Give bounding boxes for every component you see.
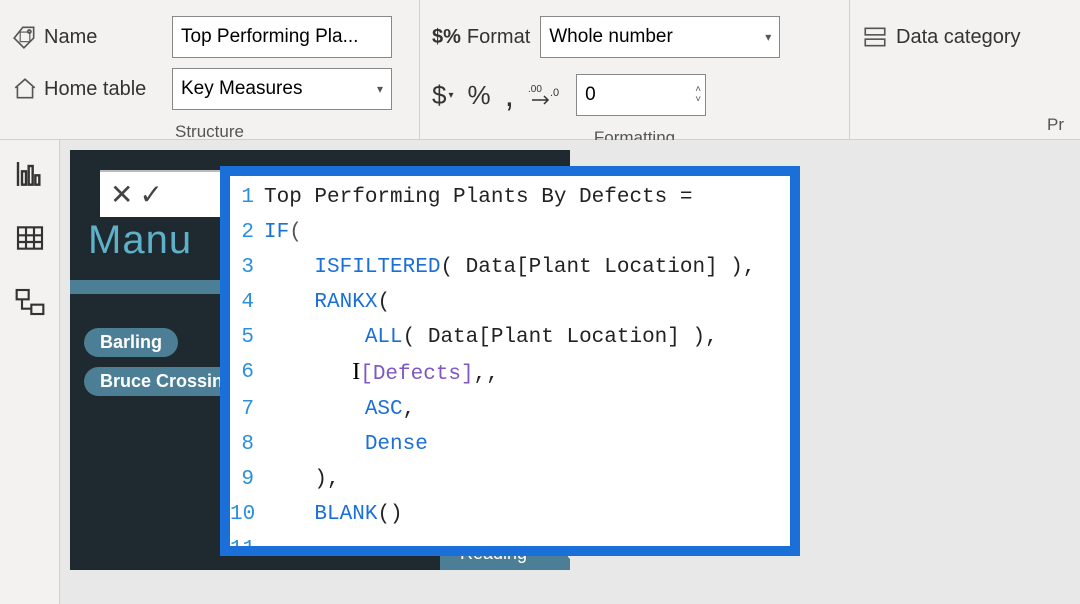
- home-table-label-text: Home table: [44, 78, 146, 101]
- commit-button[interactable]: ✓: [139, 178, 162, 211]
- line-number: 3: [230, 250, 264, 285]
- name-input[interactable]: Top Performing Pla...: [172, 16, 392, 58]
- percent-button[interactable]: %: [468, 80, 491, 111]
- line-number: 4: [230, 285, 264, 320]
- decimal-icon: .00 .0: [528, 82, 562, 108]
- line-number: 7: [230, 392, 264, 427]
- model-icon: [14, 286, 46, 318]
- svg-text:.0: .0: [550, 87, 559, 99]
- format-select[interactable]: Whole number ▾: [540, 16, 780, 58]
- name-input-value: Top Performing Pla...: [181, 26, 358, 48]
- code-line[interactable]: 6 I[Defects],,: [230, 355, 790, 392]
- nav-rail: [0, 140, 60, 604]
- tag-icon: [12, 24, 38, 50]
- chevron-down-icon: ▾: [765, 30, 771, 44]
- line-number: 5: [230, 320, 264, 355]
- spinner-controls[interactable]: ˄˅: [695, 85, 701, 105]
- code-content[interactable]: Top Performing Plants By Defects =: [264, 180, 705, 215]
- code-line[interactable]: 9 ),: [230, 462, 790, 497]
- data-category-icon: [862, 24, 888, 50]
- code-content[interactable]: IF(: [264, 215, 302, 250]
- home-table-value: Key Measures: [181, 78, 302, 100]
- filter-button[interactable]: Barling: [84, 328, 178, 357]
- ribbon-group-properties: Data category Pr: [850, 0, 1080, 139]
- data-category-label: Data category: [896, 26, 1021, 49]
- data-view-button[interactable]: [14, 222, 46, 254]
- chart-icon: [14, 158, 46, 190]
- cancel-button[interactable]: ✕: [110, 178, 133, 211]
- code-content[interactable]: Dense: [264, 427, 428, 462]
- name-label: Name: [12, 24, 172, 50]
- report-view-button[interactable]: [14, 158, 46, 190]
- home-table-select[interactable]: Key Measures ▾: [172, 68, 392, 110]
- decimals-value: 0: [585, 84, 596, 106]
- chevron-down-icon: ▾: [448, 90, 453, 101]
- model-view-button[interactable]: [14, 286, 46, 318]
- group-label-properties: Pr: [862, 115, 1068, 135]
- format-label-text: Format: [467, 26, 530, 49]
- group-label-structure: Structure: [12, 122, 407, 142]
- format-value: Whole number: [549, 26, 673, 48]
- decimals-spinner[interactable]: 0 ˄˅: [576, 74, 706, 116]
- code-line[interactable]: 1Top Performing Plants By Defects =: [230, 180, 790, 215]
- code-line[interactable]: 8 Dense: [230, 427, 790, 462]
- code-content[interactable]: RANKX(: [264, 285, 390, 320]
- chevron-down-icon: ▾: [377, 82, 383, 96]
- currency-button[interactable]: $ ▾: [432, 80, 454, 111]
- code-content[interactable]: ALL( Data[Plant Location] ),: [264, 320, 718, 355]
- line-number: 9: [230, 462, 264, 497]
- code-content[interactable]: ),: [264, 462, 340, 497]
- code-line[interactable]: 3 ISFILTERED( Data[Plant Location] ),: [230, 250, 790, 285]
- format-label: $% Format: [432, 26, 530, 49]
- home-table-label: Home table: [12, 76, 172, 102]
- code-line[interactable]: 10 BLANK(): [230, 497, 790, 532]
- format-icon: $%: [432, 26, 461, 49]
- dax-editor[interactable]: 1Top Performing Plants By Defects = 2IF(…: [220, 166, 800, 556]
- line-number: 10: [230, 497, 264, 532]
- code-content[interactable]: ASC,: [264, 392, 415, 427]
- decimal-button[interactable]: .00 .0: [528, 82, 562, 108]
- svg-text:.00: .00: [528, 84, 542, 95]
- line-number: 1: [230, 180, 264, 215]
- code-line[interactable]: 4 RANKX(: [230, 285, 790, 320]
- code-line[interactable]: 5 ALL( Data[Plant Location] ),: [230, 320, 790, 355]
- line-number: 6: [230, 355, 264, 392]
- currency-symbol: $: [432, 80, 446, 111]
- name-label-text: Name: [44, 26, 97, 49]
- code-content[interactable]: I[Defects],,: [264, 355, 499, 392]
- code-content[interactable]: ISFILTERED( Data[Plant Location] ),: [264, 250, 756, 285]
- table-icon: [14, 222, 46, 254]
- ribbon-group-structure: Name Top Performing Pla... Home table Ke…: [0, 0, 420, 139]
- home-icon: [12, 76, 38, 102]
- code-content[interactable]: BLANK(): [264, 497, 403, 532]
- ribbon-group-formatting: $% Format Whole number ▾ $ ▾ % , .00 .0: [420, 0, 850, 139]
- line-number: 2: [230, 215, 264, 250]
- code-line[interactable]: 11: [230, 532, 790, 556]
- comma-button[interactable]: ,: [505, 88, 514, 102]
- code-line[interactable]: 2IF(: [230, 215, 790, 250]
- line-number: 11: [230, 532, 264, 556]
- ribbon: Name Top Performing Pla... Home table Ke…: [0, 0, 1080, 140]
- code-line[interactable]: 7 ASC,: [230, 392, 790, 427]
- line-number: 8: [230, 427, 264, 462]
